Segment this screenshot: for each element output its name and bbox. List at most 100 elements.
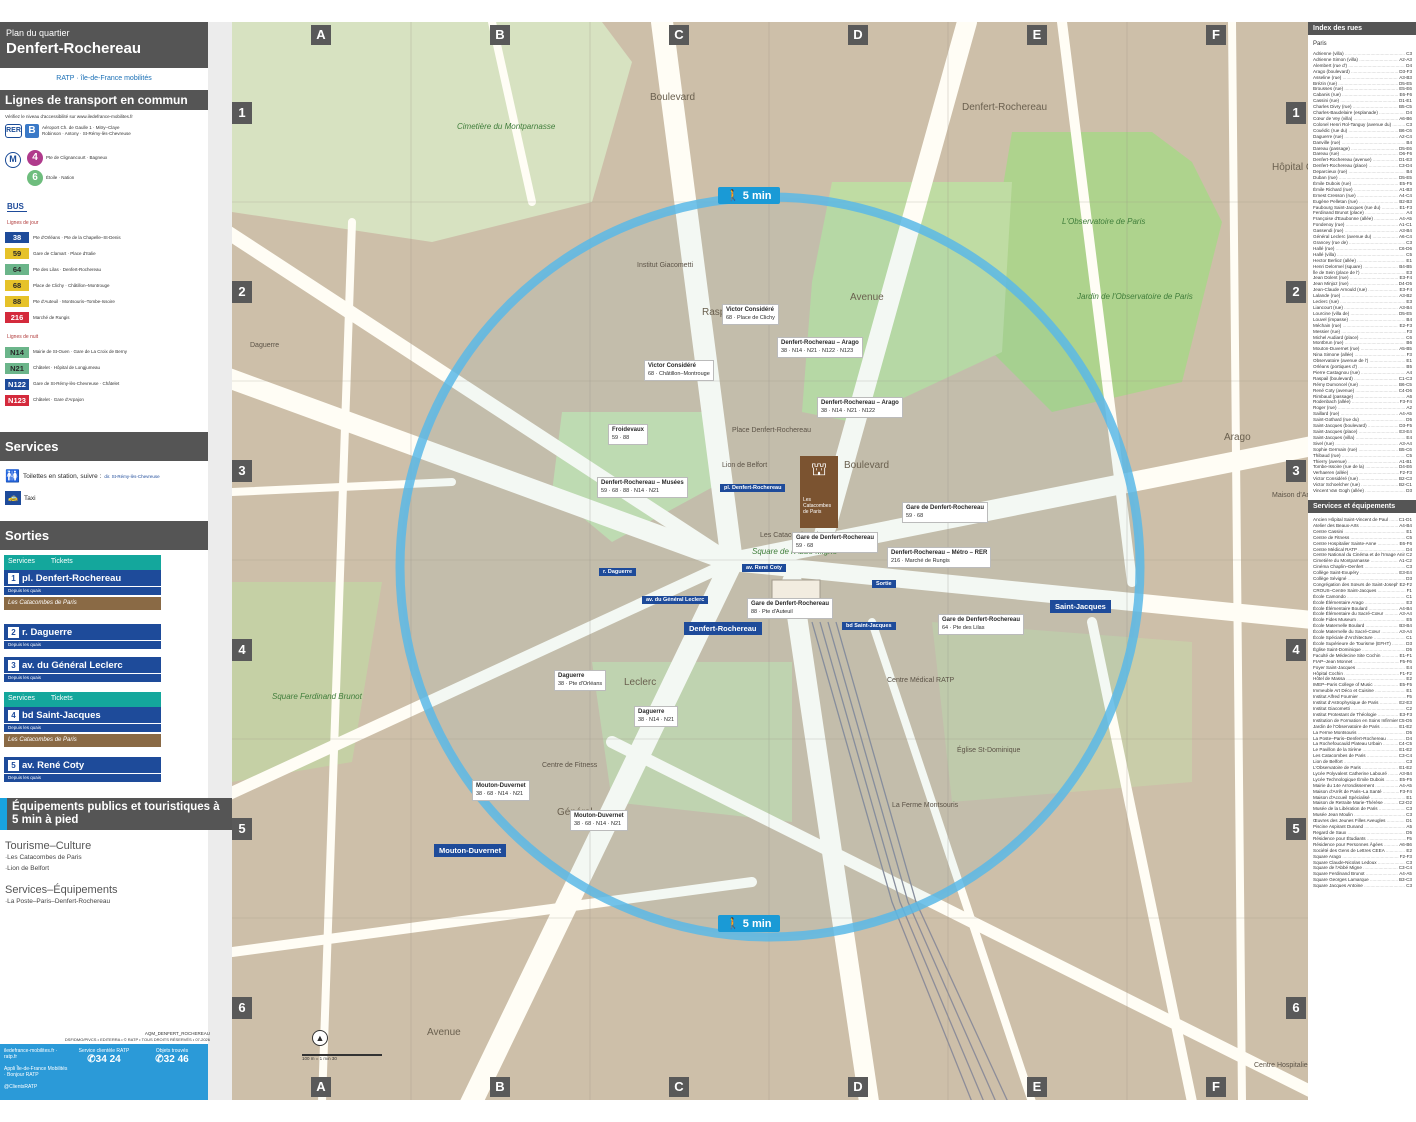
bus-stop[interactable]: Denfert-Rochereau – Métro – RER 216 · Mar… <box>887 547 992 568</box>
bus-dest: Pte d'Orléans · Pte de la Chapelle–St-De… <box>33 235 121 241</box>
exit-sign[interactable]: av. René Coty <box>742 564 786 572</box>
bus-stop[interactable]: Mouton-Duvernet 38 · 68 · N14 · N21 <box>472 780 530 801</box>
accessibility-note: Vérifiez le niveau d'accessibilité sur w… <box>5 114 133 119</box>
bus-dest: Marché de Rungis <box>33 315 70 321</box>
neighbourhood-map[interactable]: A B C D E F A B C D E F 1 2 3 4 5 6 1 2 … <box>232 22 1308 1100</box>
grid-row-2: 2 <box>232 281 252 303</box>
exit-access: Depuis les quais <box>4 586 161 596</box>
exit-number: 3 <box>8 659 19 671</box>
grid-col-f: F <box>1206 25 1226 45</box>
exit-sign[interactable]: Sortie <box>872 580 896 588</box>
twitter-link[interactable]: @ClientsRATP <box>4 1084 68 1090</box>
bus-stop-lines: 38 · 68 · N14 · N21 <box>476 790 524 797</box>
title-subtitle: Plan du quartier <box>6 28 70 38</box>
walker-icon: 🚶 <box>726 190 740 202</box>
index-heading: Index des rues <box>1308 22 1416 35</box>
exit-sign[interactable]: pl. Denfert-Rochereau <box>720 484 786 492</box>
exit-sign[interactable]: av. du Général Leclerc <box>642 596 709 604</box>
map-label: Maison d'Arrêt de Paris La Santé <box>1272 492 1308 499</box>
exit-catacombes: Les Catacombes de Paris <box>4 734 161 748</box>
grid-col-b: B <box>490 25 510 45</box>
catacombes-sign[interactable]: ⛫ Les Catacombes de Paris <box>800 456 838 528</box>
contact-footer: iledefrance-mobilites.fr · ratp.fr Appli… <box>0 1044 208 1100</box>
north-arrow-icon: ▲ <box>312 1030 328 1046</box>
service-number: ✆34 24 <box>72 1054 136 1065</box>
bus-badge: 216 <box>5 312 29 324</box>
bus-badge: 88 <box>5 296 29 308</box>
exit-card-2: 2 r. Daguerre Depuis les quais <box>4 624 161 650</box>
exit-card-3: 3 av. du Général Leclerc Depuis les quais <box>4 657 161 683</box>
tickets-label: Tickets <box>50 558 73 566</box>
walk-time-text: 5 min <box>742 190 772 202</box>
night-bus-list: N14 Mairie de St-Ouen · Gare de La Croix … <box>0 344 232 408</box>
bus-stop-name: Denfert-Rochereau – Arago <box>821 400 899 406</box>
station-label[interactable]: Saint-Jacques <box>1050 600 1111 613</box>
bus-dest: Mairie de St-Ouen · Gare de La Croix de … <box>33 349 128 355</box>
station-label[interactable]: Denfert-Rochereau <box>684 622 762 635</box>
bus-stop[interactable]: Gare de Denfert-Rochereau 64 · Pte des Li… <box>938 614 1025 635</box>
metro-6-badge: 6 <box>27 169 43 186</box>
bus-stop[interactable]: Victor Considéré 68 · Châtillon–Montrouge <box>644 360 714 381</box>
map-label: Cimetière du Montparnasse <box>457 122 556 131</box>
bus-line-row: 38 Pte d'Orléans · Pte de la Chapelle–St-… <box>5 230 232 246</box>
web-link[interactable]: iledefrance-mobilites.fr · ratp.fr <box>4 1048 68 1060</box>
services-category: Services–Équipements <box>5 884 118 897</box>
index-name: Square Jacques Antoine <box>1313 883 1405 889</box>
bus-stop-lines: 216 · Marché de Rungis <box>891 557 950 564</box>
exit-services-bar: Services Tickets <box>4 692 161 708</box>
street-index-panel: Index des rues Paris Adrienne (villa)C3A… <box>1308 22 1416 1100</box>
exit-name-bar: 5 av. René Coty <box>4 757 161 774</box>
bus-stop-name: Gare de Denfert-Rochereau <box>751 601 830 607</box>
exit-card-1: Services Tickets 1 pl. Denfert-Rochereau D… <box>4 555 161 611</box>
lost-number-text: 32 46 <box>163 1054 189 1065</box>
bus-stop[interactable]: Mouton-Duvernet 38 · 68 · N14 · N21 <box>570 810 628 831</box>
bus-stop[interactable]: Denfert-Rochereau – Arago 38 · N14 · N21 … <box>817 397 903 418</box>
station-label[interactable]: Mouton-Duvernet <box>434 844 507 857</box>
map-label: Avenue <box>427 1027 461 1038</box>
bus-stop[interactable]: Froidevaux 59 · 88 <box>608 424 649 445</box>
map-label: Boulevard <box>650 92 696 103</box>
rue-cabanis <box>1228 22 1246 1100</box>
bus-stop[interactable]: Daguerre 38 · N14 · N21 <box>634 706 679 727</box>
phone-icon: ✆ <box>87 1054 96 1065</box>
bus-stop-name: Daguerre <box>558 673 585 679</box>
night-lines-title: Lignes de nuit <box>7 333 39 340</box>
metro-lines: M 4 Pte de Clignancourt · Bagneux 6 Étoi… <box>5 148 227 192</box>
bus-stop[interactable]: Denfert-Rochereau – Arago 38 · N14 · N21 … <box>777 337 863 358</box>
exit-services-bar: Services Tickets <box>4 555 161 571</box>
services-index-list: Ancien Hôpital Saint-Vincent de PaulC1-D… <box>1308 517 1416 889</box>
map-label: Centre Hospitalier Ste-Anne <box>1254 1062 1308 1069</box>
customer-service: Service clientèle RATP ✆34 24 <box>72 1048 136 1096</box>
day-bus-list: 38 Pte d'Orléans · Pte de la Chapelle–St-… <box>0 230 232 326</box>
exit-sign[interactable]: r. Daguerre <box>599 568 637 576</box>
bus-stop[interactable]: Gare de Denfert-Rochereau 88 · Pte d'Aute… <box>747 598 834 619</box>
map-label: Arago <box>1224 432 1251 443</box>
bus-stop[interactable]: Gare de Denfert-Rochereau 59 · 68 <box>792 532 879 553</box>
bus-stop[interactable]: Gare de Denfert-Rochereau 59 · 68 <box>902 502 989 523</box>
map-label: L'Observatoire de Paris <box>1062 217 1146 226</box>
index-grid-ref: C3 <box>1406 883 1412 889</box>
services-item: ·La Poste–Paris–Denfert-Rochereau <box>5 898 111 906</box>
bus-stop-name: Denfert-Rochereau – Musées <box>601 480 684 486</box>
exit-number: 5 <box>8 759 19 771</box>
bus-stop-lines: 38 · N14 · N21 · N122 · N123 <box>781 347 854 354</box>
grid-row-5-right: 5 <box>1286 818 1306 840</box>
index-city: Paris <box>1313 41 1327 47</box>
bus-stop-name: Denfert-Rochereau – Métro – RER <box>891 550 988 556</box>
exit-access: Depuis les quais <box>4 773 161 783</box>
grid-col-a: A <box>311 25 331 45</box>
exit-sign[interactable]: bd Saint-Jacques <box>842 622 896 630</box>
taxi-text: Taxi <box>24 494 36 502</box>
bus-stop-name: Gare de Denfert-Rochereau <box>796 535 875 541</box>
walk-time-bottom: 🚶 5 min <box>718 915 780 932</box>
bus-stop-lines: 38 · Pte d'Orléans <box>558 680 603 687</box>
metro-6-dest: Étoile · Nation <box>46 174 75 180</box>
exit-name-bar: 1 pl. Denfert-Rochereau <box>4 570 161 587</box>
sorties-heading: Sorties <box>0 521 232 551</box>
bus-dest: Châtelet · Gare d'Arpajon <box>33 397 84 403</box>
bus-stop[interactable]: Denfert-Rochereau – Musées 59 · 68 · 88 ·… <box>597 477 688 498</box>
bus-line-row: N21 Châtelet · Hôpital de Longjumeau <box>5 360 232 376</box>
bus-stop[interactable]: Daguerre 38 · Pte d'Orléans <box>554 670 607 691</box>
bus-stop[interactable]: Victor Considéré 68 · Place de Clichy <box>722 304 779 325</box>
bus-badge: N123 <box>5 394 29 406</box>
